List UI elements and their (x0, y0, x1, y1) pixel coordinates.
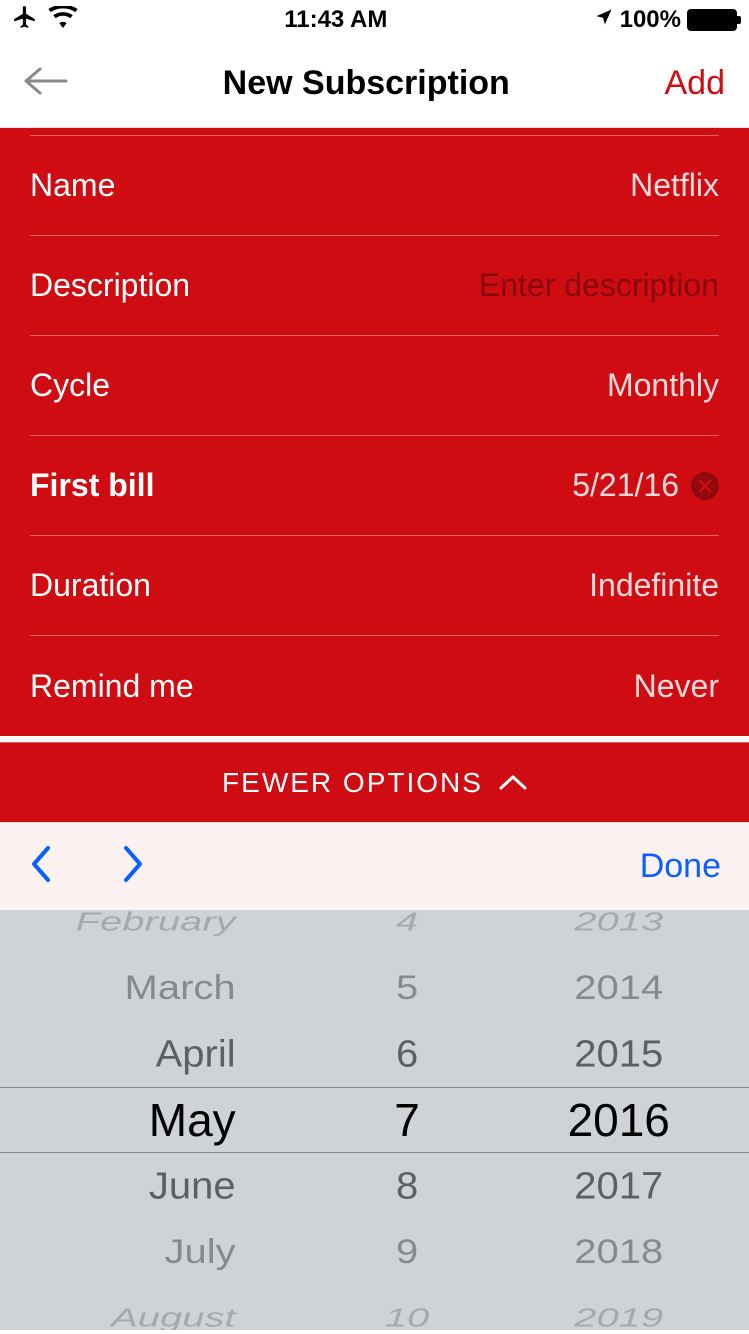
first-bill-value: 5/21/16 (572, 467, 679, 504)
description-row[interactable]: Description Enter description (30, 236, 719, 336)
done-button[interactable]: Done (640, 847, 721, 886)
form-top-divider (30, 128, 719, 136)
picker-day-item[interactable]: 5 (326, 960, 489, 1016)
description-label: Description (30, 267, 190, 304)
page-title: New Subscription (68, 64, 665, 103)
wifi-icon (48, 6, 78, 35)
duration-value: Indefinite (589, 567, 719, 604)
name-row[interactable]: Name Netflix (30, 136, 719, 236)
cycle-value: Monthly (607, 367, 719, 404)
picker-day-selected[interactable]: 7 (326, 1087, 489, 1153)
picker-year-selected[interactable]: 2016 (488, 1087, 749, 1153)
remind-value: Never (634, 668, 719, 705)
status-time: 11:43 AM (284, 6, 387, 34)
nav-bar: New Subscription Add (0, 40, 749, 128)
picker-year-item[interactable]: 2015 (488, 1023, 749, 1086)
picker-year-item[interactable]: 2013 (488, 910, 749, 943)
picker-month-item[interactable]: February (0, 910, 326, 943)
picker-day-item[interactable]: 10 (326, 1297, 489, 1330)
picker-month-item[interactable]: April (0, 1023, 326, 1086)
input-accessory-bar: Done (0, 822, 749, 910)
back-button[interactable] (24, 66, 68, 101)
name-label: Name (30, 167, 115, 204)
picker-day-item[interactable]: 6 (326, 1023, 489, 1086)
status-left (12, 4, 78, 37)
prev-field-button[interactable] (28, 844, 52, 889)
remind-label: Remind me (30, 668, 194, 705)
location-icon (594, 6, 614, 34)
first-bill-value-wrap: 5/21/16 (572, 467, 719, 504)
remind-row[interactable]: Remind me Never (30, 636, 719, 736)
next-field-button[interactable] (122, 844, 146, 889)
add-button[interactable]: Add (665, 64, 726, 103)
clear-date-icon[interactable] (691, 472, 719, 500)
picker-month-selected[interactable]: May (0, 1087, 326, 1153)
picker-year-item[interactable]: 2017 (488, 1155, 749, 1218)
picker-year-item[interactable]: 2014 (488, 960, 749, 1016)
picker-day-item[interactable]: 9 (326, 1224, 489, 1280)
day-wheel[interactable]: 3 4 5 6 7 8 9 10 11 (326, 910, 489, 1330)
battery-percent: 100% (620, 6, 681, 34)
fewer-options-label: FEWER OPTIONS (222, 767, 483, 799)
status-bar: 11:43 AM 100% (0, 0, 749, 40)
duration-label: Duration (30, 567, 151, 604)
description-placeholder: Enter description (479, 267, 719, 304)
fewer-options-button[interactable]: FEWER OPTIONS (0, 742, 749, 822)
picker-day-item[interactable]: 4 (326, 910, 489, 943)
picker-year-item[interactable]: 2018 (488, 1224, 749, 1280)
accessory-arrows (28, 844, 146, 889)
airplane-icon (12, 4, 38, 37)
first-bill-row[interactable]: First bill 5/21/16 (30, 436, 719, 536)
month-wheel[interactable]: January February March April May June Ju… (0, 910, 326, 1330)
picker-day-item[interactable]: 8 (326, 1155, 489, 1218)
name-value: Netflix (630, 167, 719, 204)
picker-month-item[interactable]: March (0, 960, 326, 1016)
year-wheel[interactable]: 2012 2013 2014 2015 2016 2017 2018 2019 … (488, 910, 749, 1330)
first-bill-label: First bill (30, 467, 154, 504)
date-picker[interactable]: January February March April May June Ju… (0, 910, 749, 1330)
battery-icon (687, 9, 737, 31)
form-area: Name Netflix Description Enter descripti… (0, 128, 749, 736)
status-right: 100% (594, 6, 737, 34)
duration-row[interactable]: Duration Indefinite (30, 536, 719, 636)
cycle-label: Cycle (30, 367, 110, 404)
picker-month-item[interactable]: June (0, 1155, 326, 1218)
picker-month-item[interactable]: August (0, 1297, 326, 1330)
picker-month-item[interactable]: July (0, 1224, 326, 1280)
picker-year-item[interactable]: 2019 (488, 1297, 749, 1330)
chevron-up-icon (499, 767, 527, 799)
cycle-row[interactable]: Cycle Monthly (30, 336, 719, 436)
